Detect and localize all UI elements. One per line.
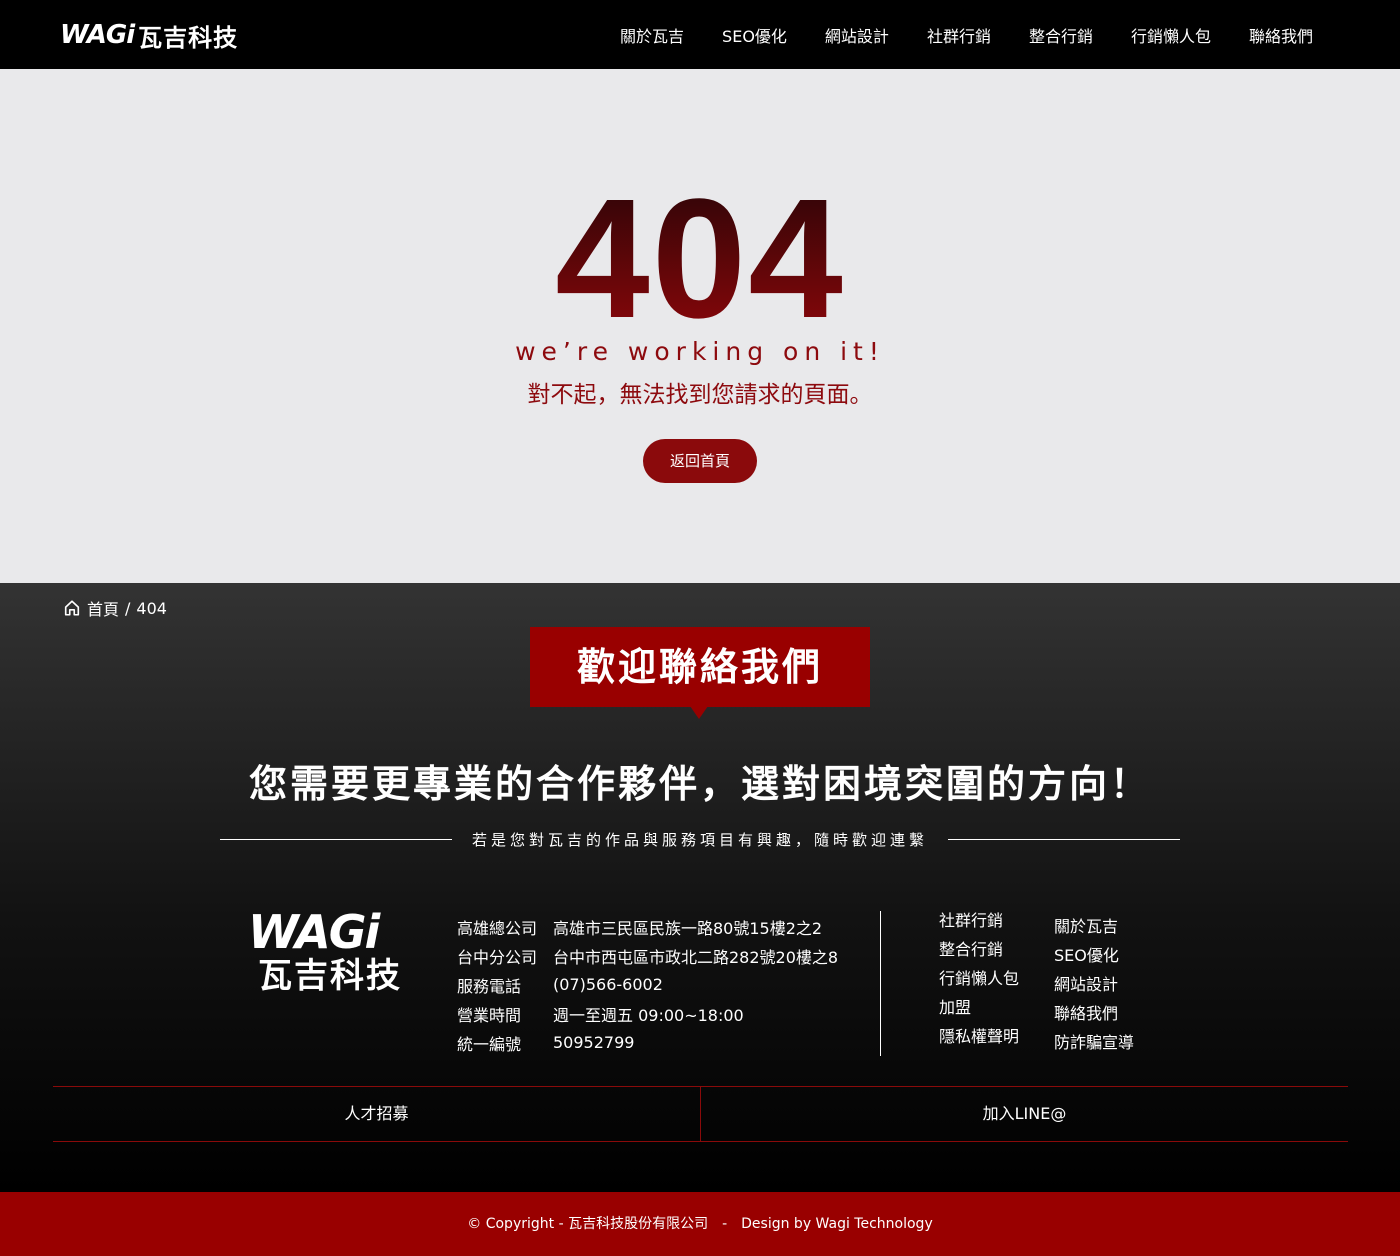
- logo-mark: WAGi: [60, 20, 135, 50]
- design-credit: Design by Wagi Technology: [741, 1216, 933, 1232]
- info-label: 服務電話: [457, 976, 522, 996]
- breadcrumb-current: 404: [136, 598, 167, 618]
- contact-footer: 首頁 / 404 歡迎聯絡我們 您需要更專業的合作夥伴，選對困境突圍的方向！ 若…: [0, 583, 1400, 1192]
- nav-item-social[interactable]: 社群行銷: [908, 23, 1010, 47]
- company-info: 高雄總公司 高雄市三民區民族一路80號15樓2之2 台中分公司 台中市西屯區市政…: [457, 912, 838, 1057]
- error-hero: 404 we’re working on it! 對不起，無法找到您請求的頁面。…: [0, 69, 1400, 583]
- welcome-banner: 歡迎聯絡我們: [530, 627, 870, 707]
- info-value: 50952799: [553, 1033, 635, 1052]
- info-value: 週一至週五 09:00~18:00: [553, 1005, 744, 1025]
- divider-right: [948, 839, 1181, 840]
- footer-links-col-2: 關於瓦吉 SEO優化 網站設計 聯絡我們 防詐騙宣導: [1054, 912, 1134, 1057]
- footer-link-franchise[interactable]: 加盟: [939, 993, 1019, 1022]
- footer-link-anti-fraud[interactable]: 防詐騙宣導: [1054, 1028, 1134, 1057]
- info-row: 台中分公司 台中市西屯區市政北二路282號20樓之8: [457, 941, 838, 970]
- footer-logo-mark: WAGi: [248, 905, 380, 959]
- vertical-divider: [880, 911, 881, 1056]
- footer-link-privacy[interactable]: 隱私權聲明: [939, 1022, 1019, 1051]
- footer-link-social[interactable]: 社群行銷: [939, 906, 1019, 935]
- footer-link-contact[interactable]: 聯絡我們: [1054, 999, 1134, 1028]
- home-icon: [64, 600, 80, 616]
- nav-item-web-design[interactable]: 網站設計: [806, 23, 908, 47]
- logo-text: 瓦吉科技: [138, 23, 239, 52]
- info-row: 營業時間 週一至週五 09:00~18:00: [457, 999, 838, 1028]
- welcome-banner-pointer: [690, 706, 708, 719]
- info-label: 高雄總公司: [457, 918, 538, 938]
- info-row: 服務電話 (07)566-6002: [457, 970, 838, 999]
- breadcrumb: 首頁 / 404: [63, 596, 167, 620]
- copyright-bar: © Copyright - 瓦吉科技股份有限公司 - Design by Wagi …: [0, 1192, 1400, 1256]
- footer-logo[interactable]: WAGi 瓦吉科技: [248, 908, 408, 996]
- info-row: 高雄總公司 高雄市三民區民族一路80號15樓2之2: [457, 912, 838, 941]
- footer-logo-text: 瓦吉科技: [258, 956, 402, 996]
- back-home-button[interactable]: 返回首頁: [643, 439, 757, 483]
- info-value: 台中市西屯區市政北二路282號20樓之8: [553, 947, 839, 967]
- info-value: 高雄市三民區民族一路80號15樓2之2: [553, 918, 823, 938]
- contact-headline: 您需要更專業的合作夥伴，選對困境突圍的方向！: [248, 762, 1151, 806]
- footer-link-web-design[interactable]: 網站設計: [1054, 970, 1134, 999]
- not-found-message: 對不起，無法找到您請求的頁面。: [527, 382, 873, 408]
- info-label: 統一編號: [457, 1034, 522, 1054]
- nav-item-seo[interactable]: SEO優化: [703, 23, 806, 47]
- info-label: 營業時間: [457, 1005, 522, 1025]
- working-message: we’re working on it!: [515, 337, 885, 366]
- footer-action-bar: 人才招募 加入LINE@: [53, 1086, 1348, 1142]
- footer-link-seo[interactable]: SEO優化: [1054, 941, 1134, 970]
- footer-link-kit[interactable]: 行銷懶人包: [939, 964, 1019, 993]
- footer-links-col-1: 社群行銷 整合行銷 行銷懶人包 加盟 隱私權聲明: [939, 906, 1019, 1051]
- footer-link-integrated[interactable]: 整合行銷: [939, 935, 1019, 964]
- info-value: (07)566-6002: [553, 975, 663, 994]
- info-row: 統一編號 50952799: [457, 1028, 838, 1057]
- info-label: 台中分公司: [457, 947, 538, 967]
- breadcrumb-separator: /: [125, 598, 131, 618]
- error-code: 404: [0, 174, 1400, 344]
- contact-subline: 若是您對瓦吉的作品與服務項目有興趣，隨時歡迎連繫: [220, 829, 1181, 850]
- contact-subline-text: 若是您對瓦吉的作品與服務項目有興趣，隨時歡迎連繫: [472, 831, 929, 849]
- footer-link-about[interactable]: 關於瓦吉: [1054, 912, 1134, 941]
- nav-item-contact[interactable]: 聯絡我們: [1230, 23, 1332, 47]
- main-nav: 關於瓦吉 SEO優化 網站設計 社群行銷 整合行銷 行銷懶人包 聯絡我們: [601, 0, 1332, 69]
- breadcrumb-home[interactable]: 首頁: [87, 596, 119, 620]
- nav-item-about[interactable]: 關於瓦吉: [601, 23, 703, 47]
- site-header: WAGi 瓦吉科技 關於瓦吉 SEO優化 網站設計 社群行銷 整合行銷 行銷懶人…: [0, 0, 1400, 69]
- nav-item-integrated[interactable]: 整合行銷: [1010, 23, 1112, 47]
- line-join-link[interactable]: 加入LINE@: [700, 1087, 1348, 1141]
- copyright-separator: -: [722, 1216, 728, 1232]
- nav-item-kit[interactable]: 行銷懶人包: [1112, 23, 1230, 47]
- careers-link[interactable]: 人才招募: [53, 1087, 700, 1141]
- divider-left: [220, 839, 452, 840]
- logo[interactable]: WAGi 瓦吉科技: [60, 18, 238, 52]
- copyright-text: © Copyright - 瓦吉科技股份有限公司: [467, 1216, 709, 1232]
